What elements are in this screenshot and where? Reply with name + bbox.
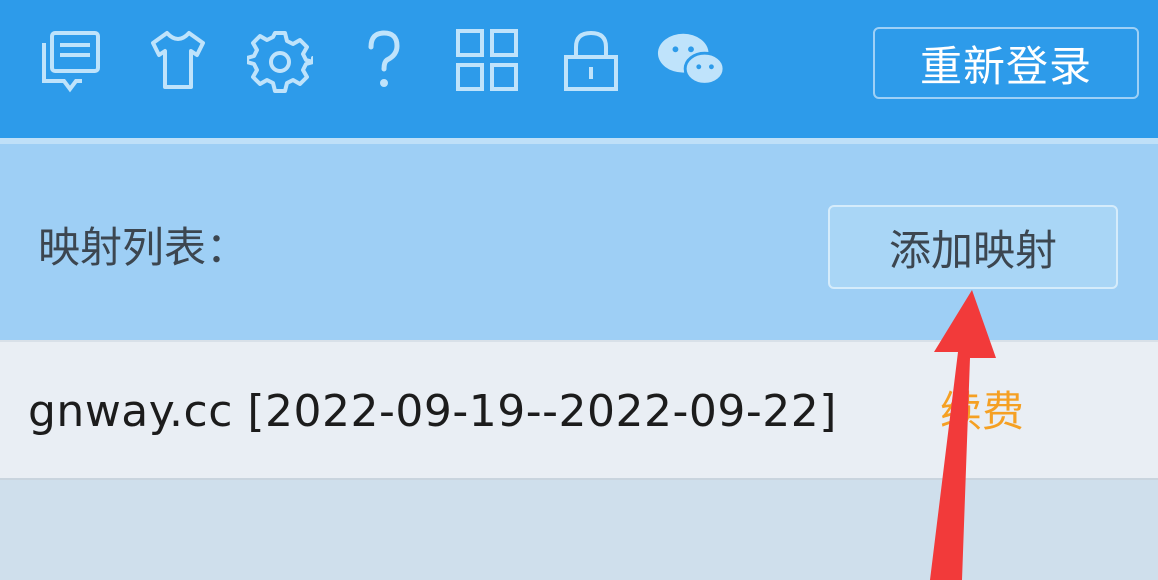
grid-icon[interactable] [452,24,522,96]
top-toolbar: 重新登录 [0,0,1158,138]
add-mapping-button[interactable]: 添加映射 [828,205,1118,289]
gear-icon[interactable] [245,24,315,96]
mapping-domain: gnway.cc [2022-09-19--2022-09-22] [28,386,837,437]
wechat-icon[interactable] [656,24,726,96]
list-empty-area [0,480,1158,580]
tshirt-icon[interactable] [143,24,213,96]
message-icon[interactable] [36,24,106,96]
mapping-list-title: 映射列表： [38,223,249,272]
relogin-button[interactable]: 重新登录 [873,27,1139,99]
help-icon[interactable] [349,24,419,96]
lock-icon[interactable] [556,24,626,96]
renew-link[interactable]: 续费 [940,386,1024,438]
